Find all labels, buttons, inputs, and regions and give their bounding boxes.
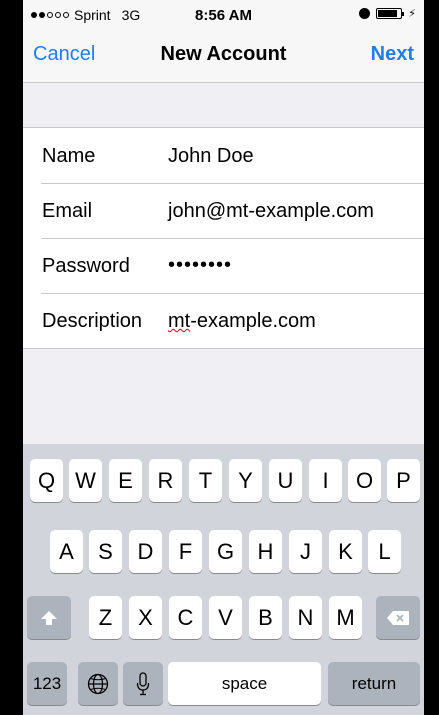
key-i[interactable]: I (309, 459, 342, 502)
key-e[interactable]: E (109, 459, 142, 502)
key-t[interactable]: T (189, 459, 222, 502)
spellcheck-word: mt (168, 310, 191, 332)
key-m[interactable]: M (329, 596, 362, 639)
key-g[interactable]: G (209, 530, 242, 573)
phone-screen: Sprint 3G 8:56 AM ⚡ Cancel New Account N… (23, 0, 424, 715)
name-label: Name (42, 145, 96, 167)
key-u[interactable]: U (269, 459, 302, 502)
next-button[interactable]: Next (371, 43, 414, 66)
battery-icon (376, 8, 405, 19)
status-right: ⚡ (359, 7, 416, 20)
key-a[interactable]: A (50, 530, 83, 573)
name-row[interactable]: Name John Doe (23, 128, 424, 183)
charging-icon: ⚡ (408, 8, 416, 20)
account-form: Name John Doe Email john@mt-example.com … (23, 127, 424, 349)
status-bar: Sprint 3G 8:56 AM ⚡ (23, 0, 424, 30)
key-b[interactable]: B (249, 596, 282, 639)
description-field[interactable]: mt-example.com (168, 310, 316, 333)
email-row[interactable]: Email john@mt-example.com (23, 183, 424, 238)
key-r[interactable]: R (149, 459, 182, 502)
key-o[interactable]: O (348, 459, 381, 502)
password-row[interactable]: Password •••••••• (23, 238, 424, 293)
key-l[interactable]: L (368, 530, 401, 573)
globe-key[interactable] (78, 662, 118, 705)
space-key[interactable]: space (168, 662, 321, 705)
key-k[interactable]: K (329, 530, 362, 573)
keyboard: Q W E R T Y U I O P A S D F G H J K L Z … (23, 444, 424, 715)
delete-icon (387, 610, 409, 625)
globe-icon (87, 673, 109, 694)
cancel-button[interactable]: Cancel (33, 43, 95, 66)
description-row[interactable]: Description mt-example.com (23, 293, 424, 348)
key-v[interactable]: V (209, 596, 242, 639)
password-field[interactable]: •••••••• (168, 254, 232, 277)
email-field[interactable]: john@mt-example.com (168, 200, 374, 223)
numbers-key[interactable]: 123 (27, 662, 67, 705)
key-p[interactable]: P (387, 459, 420, 502)
key-h[interactable]: H (249, 530, 282, 573)
shift-key[interactable] (27, 596, 71, 639)
key-c[interactable]: C (169, 596, 202, 639)
dictation-key[interactable] (123, 662, 163, 705)
key-j[interactable]: J (289, 530, 322, 573)
key-x[interactable]: X (129, 596, 162, 639)
microphone-icon (136, 671, 150, 695)
key-w[interactable]: W (69, 459, 102, 502)
key-q[interactable]: Q (30, 459, 63, 502)
key-y[interactable]: Y (229, 459, 262, 502)
alarm-icon (359, 8, 371, 19)
description-value-rest: -example.com (190, 310, 316, 332)
name-field[interactable]: John Doe (168, 145, 254, 168)
nav-bar: Cancel New Account Next (23, 30, 424, 83)
key-s[interactable]: S (89, 530, 122, 573)
shift-icon (41, 610, 57, 625)
key-z[interactable]: Z (89, 596, 122, 639)
description-label: Description (42, 310, 143, 332)
key-f[interactable]: F (169, 530, 202, 573)
delete-key[interactable] (376, 596, 420, 639)
return-key[interactable]: return (328, 662, 420, 705)
email-label: Email (42, 200, 93, 222)
key-d[interactable]: D (129, 530, 162, 573)
password-label: Password (42, 255, 130, 277)
key-n[interactable]: N (289, 596, 322, 639)
